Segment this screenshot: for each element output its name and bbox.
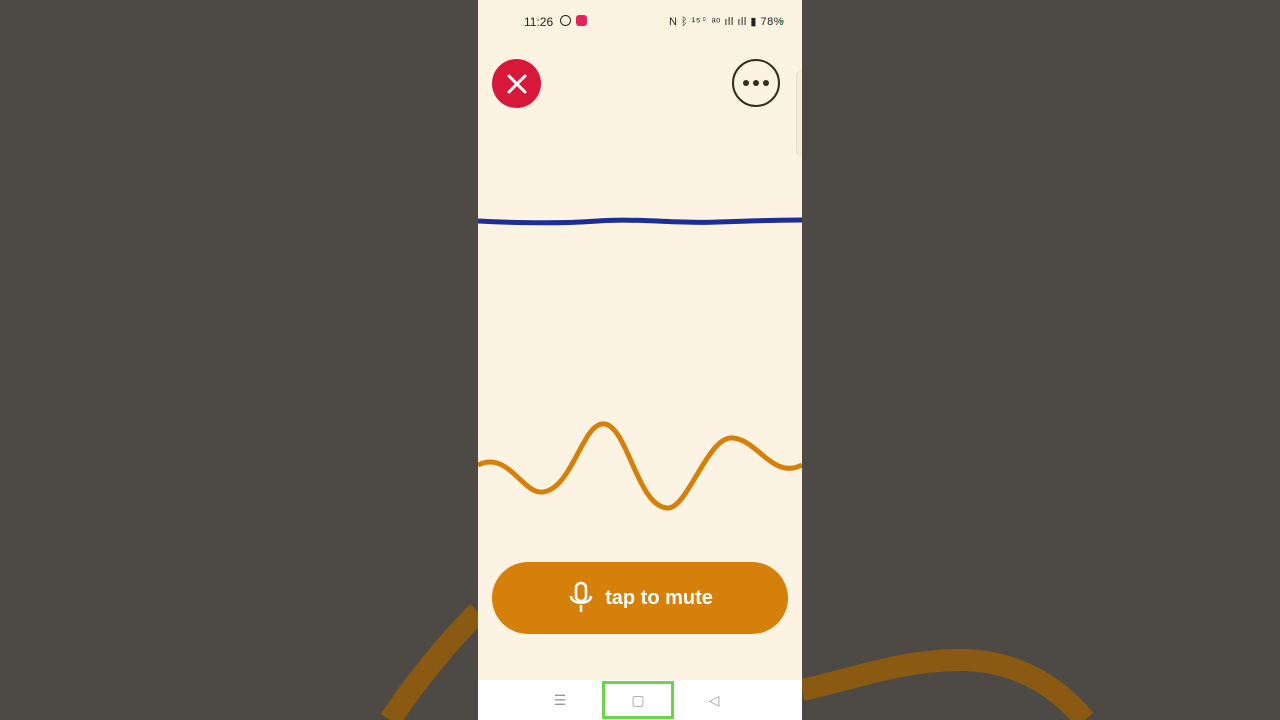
close-button[interactable] bbox=[492, 59, 541, 108]
assistant-voice-wave bbox=[478, 217, 802, 226]
more-dot bbox=[743, 80, 749, 86]
user-voice-wave bbox=[478, 421, 802, 511]
privacy-dot-icon bbox=[781, 20, 784, 23]
status-indicators: N ᛒ ¹⁵⁰ ᵃᵒ ıll ıll ▮ 78% bbox=[669, 15, 784, 28]
back-button[interactable]: ◁ bbox=[694, 680, 734, 720]
close-icon bbox=[507, 74, 526, 93]
mute-label: tap to mute bbox=[605, 586, 713, 609]
more-dot bbox=[753, 80, 759, 86]
microphone-icon bbox=[569, 581, 593, 612]
system-nav-bar: ☰ ▢ ◁ bbox=[478, 680, 802, 720]
status-time: 11:26 bbox=[524, 15, 554, 29]
side-scroll-handle[interactable] bbox=[796, 70, 802, 156]
phone-screen: 11:26 N ᛒ ¹⁵⁰ ᵃᵒ ıll ıll ▮ 78% tap to mu… bbox=[478, 0, 802, 720]
status-bar: 11:26 N ᛒ ¹⁵⁰ ᵃᵒ ıll ıll ▮ 78% bbox=[478, 0, 802, 36]
status-signal-icons: N ᛒ ¹⁵⁰ ᵃᵒ ıll ıll ▮ bbox=[669, 16, 757, 28]
more-dot bbox=[763, 80, 769, 86]
recents-button[interactable]: ☰ bbox=[540, 680, 580, 720]
home-button[interactable]: ▢ bbox=[602, 681, 674, 719]
tap-to-mute-button[interactable]: tap to mute bbox=[492, 562, 788, 634]
youtube-icon bbox=[576, 15, 587, 26]
more-options-button[interactable] bbox=[732, 59, 780, 107]
whatsapp-icon bbox=[560, 15, 571, 26]
